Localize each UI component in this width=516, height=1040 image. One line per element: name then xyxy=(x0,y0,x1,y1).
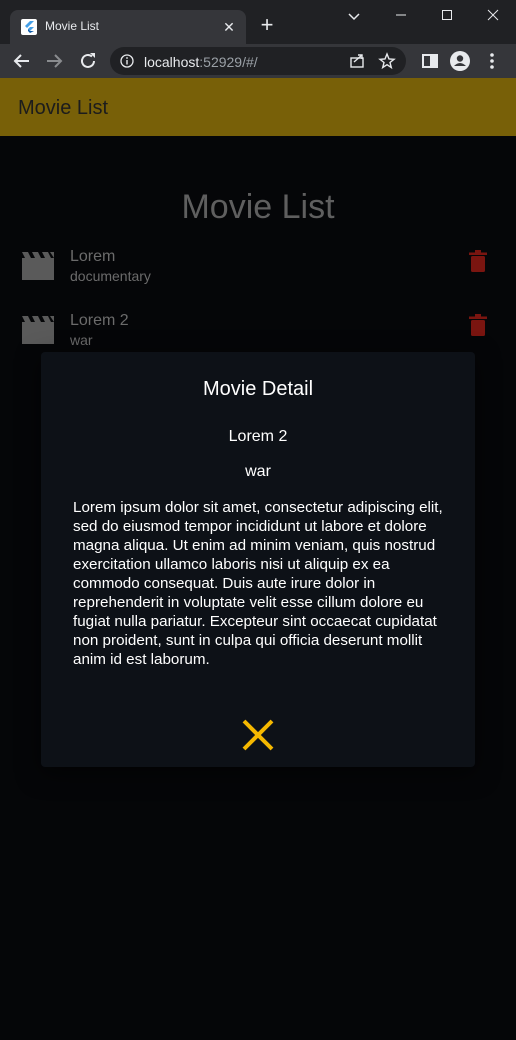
back-arrow-icon[interactable] xyxy=(10,49,34,73)
movie-title: Lorem 2 xyxy=(70,312,129,329)
list-item[interactable]: Lorem documentary xyxy=(0,244,516,300)
tab-title: Movie List xyxy=(45,19,100,33)
movie-detail-dialog: Movie Detail Lorem 2 war Lorem ipsum dol… xyxy=(41,352,475,767)
movie-clapperboard-icon xyxy=(22,316,54,344)
movie-title: Lorem xyxy=(70,248,116,265)
app-bar: Movie List xyxy=(0,78,516,136)
new-tab-icon[interactable]: + xyxy=(256,14,278,36)
app-bar-title: Movie List xyxy=(18,97,109,119)
dialog-movie-title: Lorem 2 xyxy=(228,428,288,445)
tab-close-icon[interactable]: ✕ xyxy=(220,18,238,36)
browser-tab[interactable]: Movie List ✕ xyxy=(10,10,246,44)
profile-avatar-icon[interactable] xyxy=(448,49,472,73)
dialog-movie-genre: war xyxy=(245,463,271,480)
dialog-title: Movie Detail xyxy=(202,378,314,400)
dialog-description: Lorem ipsum dolor sit amet, consectetur … xyxy=(73,499,443,668)
browser-titlebar: Movie List ✕ + xyxy=(0,0,516,44)
window-close-icon[interactable] xyxy=(470,0,516,30)
reload-icon[interactable] xyxy=(76,49,100,73)
forward-arrow-icon[interactable] xyxy=(42,49,66,73)
close-icon[interactable] xyxy=(241,718,275,752)
window-maximize-icon[interactable] xyxy=(424,0,470,30)
more-menu-icon[interactable] xyxy=(480,49,504,73)
flutter-favicon-icon xyxy=(21,19,37,35)
browser-toolbar: localhost:52929/#/ xyxy=(0,44,516,78)
delete-icon[interactable] xyxy=(468,250,488,272)
address-url: localhost:52929/#/ xyxy=(144,54,258,70)
side-panel-icon[interactable] xyxy=(418,49,442,73)
tab-search-chevron-icon[interactable] xyxy=(340,6,368,26)
movie-genre: documentary xyxy=(70,268,151,284)
movie-clapperboard-icon xyxy=(22,252,54,280)
movie-genre: war xyxy=(70,332,93,348)
window-minimize-icon[interactable] xyxy=(378,0,424,30)
share-icon[interactable] xyxy=(348,52,366,70)
bookmark-star-icon[interactable] xyxy=(378,52,396,70)
page-title: Movie List xyxy=(181,188,335,226)
address-bar[interactable]: localhost:52929/#/ xyxy=(110,47,406,75)
delete-icon[interactable] xyxy=(468,314,488,336)
site-info-icon[interactable] xyxy=(120,54,134,68)
